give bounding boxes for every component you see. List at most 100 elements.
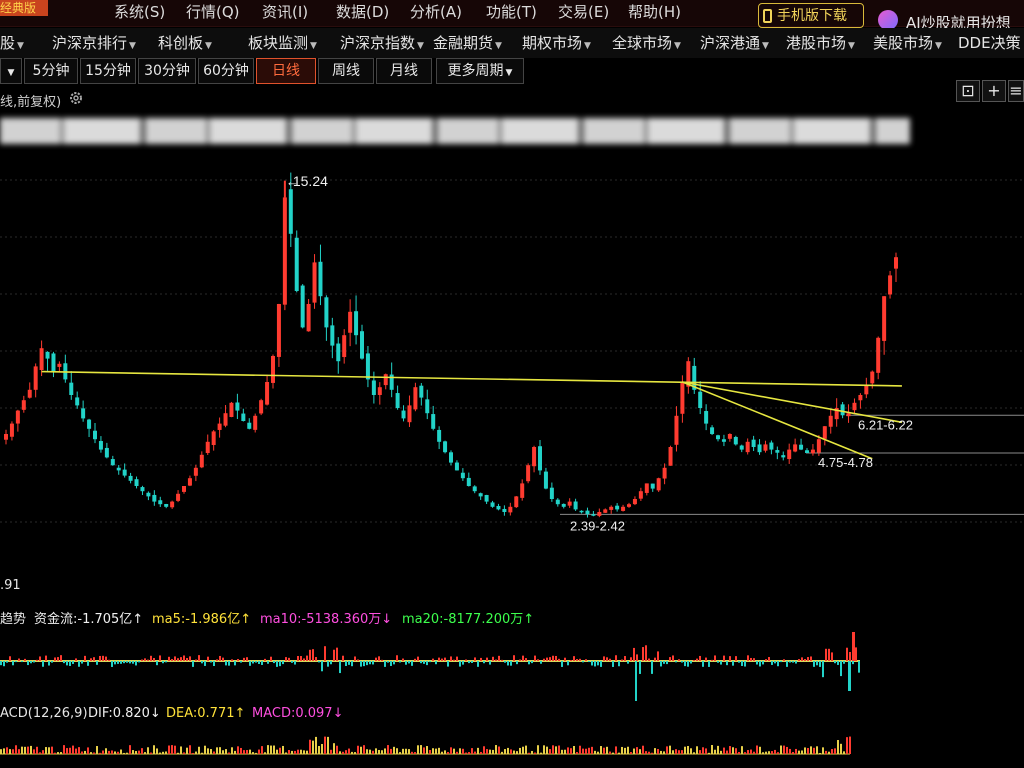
nav-sector-monitor[interactable]: 板块监测 ▼ (248, 32, 317, 53)
period-button-30m[interactable]: 30分钟 (138, 58, 196, 84)
nav-stock-connect[interactable]: 沪深港通 ▼ (700, 32, 769, 53)
fund-flow-ma5: ma5:-1.986亿↑ (152, 612, 252, 627)
macd-bar (24, 746, 26, 754)
fund-flow-bar (327, 661, 329, 667)
menu-quotes[interactable]: 行情(Q) (186, 1, 240, 22)
macd-bar (333, 743, 335, 754)
fund-flow-bar (174, 656, 176, 661)
menu-analysis[interactable]: 分析(A) (410, 1, 462, 22)
fund-flow-bar (318, 661, 320, 663)
macd-bar (765, 751, 767, 754)
period-button-5m[interactable]: 5分钟 (24, 58, 78, 84)
candle-body (33, 366, 38, 390)
macd-bar (615, 746, 617, 754)
menu-icon[interactable]: ≡ (1008, 80, 1024, 102)
period-button-15m[interactable]: 15分钟 (80, 58, 136, 84)
candle-body (282, 197, 287, 305)
nav-global[interactable]: 全球市场 ▼ (612, 32, 681, 53)
nav-financial-futures[interactable]: 金融期货 ▼ (433, 32, 502, 53)
macd-bar (513, 750, 515, 754)
fund-flow-bar (171, 659, 173, 661)
ai-assistant-icon[interactable] (878, 10, 898, 30)
candle-body (745, 441, 750, 453)
dropdown-icon: ▼ (310, 41, 317, 51)
candle-body (229, 402, 234, 417)
fund-flow-bar (384, 661, 386, 667)
candle-body (472, 486, 477, 492)
macd-bar (366, 749, 368, 754)
macd-bar (342, 751, 344, 754)
fund-flow-bar (546, 657, 548, 661)
lock-icon[interactable]: ⊡ (956, 80, 980, 102)
candle-body (152, 494, 157, 502)
fund-flow-bar (561, 661, 563, 667)
macd-bar (522, 746, 524, 754)
nav-star-market[interactable]: 科创板 ▼ (158, 32, 212, 53)
macd-bar (303, 750, 305, 754)
period-button-weekly[interactable]: 周线 (318, 58, 374, 84)
macd-bar (663, 751, 665, 754)
fund-flow-bar (243, 657, 245, 661)
macd-bar (549, 749, 551, 754)
fund-flow-bar (33, 661, 35, 663)
macd-bar (237, 746, 239, 754)
macd-bar (783, 745, 785, 754)
fund-flow-bar (540, 661, 542, 664)
nav-stocks[interactable]: 股 ▼ (0, 32, 24, 53)
menu-function[interactable]: 功能(T) (486, 1, 537, 22)
menu-bar: 经典版 系统(S) 行情(Q) 资讯(I) 数据(D) 分析(A) 功能(T) … (0, 0, 1024, 27)
macd-bar (123, 752, 125, 754)
fund-flow-bar (15, 661, 17, 663)
candle-body (739, 445, 744, 450)
menu-trade[interactable]: 交易(E) (558, 1, 609, 22)
macd-bar (354, 752, 356, 754)
macd-bar (588, 747, 590, 754)
candlestick-chart[interactable]: SSSSSSSSSSSSSSSSSSSSSSSSS 15.24 6.21-6.2… (0, 140, 1024, 578)
menu-system[interactable]: 系统(S) (114, 1, 165, 22)
nav-dde[interactable]: DDE决策 (958, 32, 1021, 53)
nav-ranking[interactable]: 沪深京排行 ▼ (52, 32, 136, 53)
macd-bar (552, 745, 554, 754)
fund-flow-bar (690, 661, 692, 664)
nav-indices[interactable]: 沪深京指数 ▼ (340, 32, 424, 53)
macd-bar (516, 751, 518, 754)
fund-flow-bar (828, 648, 830, 661)
fund-flow-bar (342, 655, 344, 661)
nav-us-market[interactable]: 美股市场 ▼ (873, 32, 942, 53)
fund-flow-bar (78, 661, 80, 667)
fund-flow-bar (120, 661, 122, 664)
menu-help[interactable]: 帮助(H) (628, 1, 681, 22)
gear-icon[interactable] (68, 90, 84, 106)
macd-bar (378, 749, 380, 754)
fund-flow-bar (735, 656, 737, 661)
macd-bar (666, 746, 668, 754)
fund-flow-bar (378, 656, 380, 661)
fund-flow-bar (156, 661, 158, 666)
period-button-60m[interactable]: 60分钟 (198, 58, 254, 84)
macd-bar (717, 745, 719, 754)
period-button-monthly[interactable]: 月线 (376, 58, 432, 84)
plus-icon[interactable]: + (982, 80, 1006, 102)
menu-info[interactable]: 资讯(I) (262, 1, 308, 22)
candle-body (609, 506, 614, 510)
macd-bar (138, 750, 140, 754)
nav-options[interactable]: 期权市场 ▼ (522, 32, 591, 53)
fund-flow-bar (144, 658, 146, 661)
period-button-prev[interactable]: ▼ (0, 58, 22, 84)
macd-bar (684, 746, 686, 754)
fund-flow-bar (165, 661, 167, 663)
fund-flow-bar (848, 661, 851, 691)
macd-bar (687, 746, 689, 754)
menu-data[interactable]: 数据(D) (336, 1, 389, 22)
macd-bar (489, 749, 491, 754)
macd-bar (636, 747, 638, 754)
macd-bar (510, 749, 512, 754)
period-button-more[interactable]: 更多周期 ▼ (436, 58, 524, 84)
mobile-download-button[interactable]: 手机版下载 (758, 3, 864, 28)
nav-hk-market[interactable]: 港股市场 ▼ (786, 32, 855, 53)
macd-bar (69, 747, 71, 754)
fund-flow-bar (396, 655, 398, 661)
macd-bar (456, 751, 458, 754)
fund-flow-bar (567, 661, 569, 666)
period-button-daily[interactable]: 日线 (256, 58, 316, 84)
